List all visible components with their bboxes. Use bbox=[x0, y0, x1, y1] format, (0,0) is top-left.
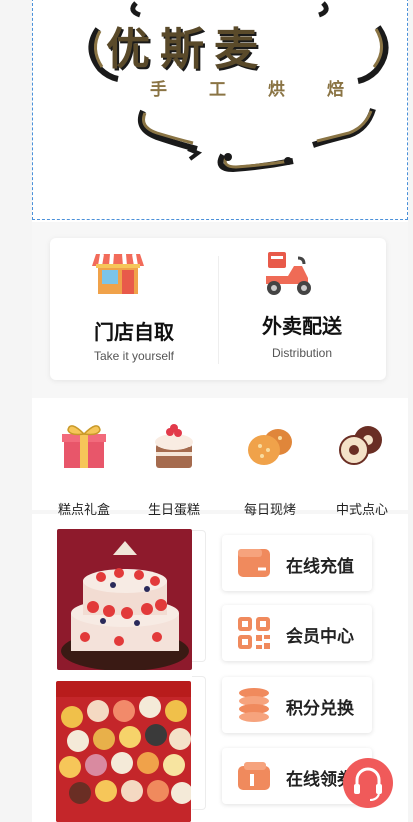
storefront-icon bbox=[92, 253, 144, 294]
order-type-card: 门店自取 Take it yourself 外卖配送 Distribution bbox=[50, 238, 386, 380]
coin-stack-icon bbox=[239, 688, 269, 722]
mooncake-icon bbox=[339, 426, 382, 465]
category-label: 生日蛋糕 bbox=[147, 502, 200, 517]
category-label: 中式点心 bbox=[335, 502, 388, 517]
service-label: 会员中心 bbox=[286, 627, 354, 646]
delivery-subtitle: Distribution bbox=[271, 346, 333, 360]
category-label: 每日现烤 bbox=[243, 502, 296, 517]
category-label: 糕点礼盒 bbox=[57, 502, 110, 517]
brand-logo: 优斯麦 手工烘焙 bbox=[78, 0, 398, 199]
promo-pastry-image[interactable] bbox=[56, 681, 191, 822]
birthday-cake-icon bbox=[155, 424, 193, 468]
delivery-option[interactable]: 外卖配送 Distribution bbox=[218, 238, 386, 380]
gift-box-icon bbox=[62, 425, 106, 468]
customer-support-button[interactable] bbox=[343, 758, 393, 808]
category-section: 糕点礼盒 生日蛋糕 每日现烤 中式点心 bbox=[32, 398, 408, 517]
member-center-button[interactable]: 会员中心 bbox=[222, 605, 372, 661]
home-page: 优斯麦 手工烘焙 门店自取 Take it yourself 外卖配送 Dist… bbox=[32, 0, 408, 822]
delivery-scooter-icon bbox=[266, 252, 311, 295]
pastry-box-photo bbox=[56, 681, 191, 822]
points-exchange-button[interactable]: 积分兑换 bbox=[222, 677, 372, 733]
service-label: 在线充值 bbox=[286, 557, 354, 576]
promo-cake-image[interactable] bbox=[57, 529, 192, 670]
pickup-title: 门店自取 bbox=[94, 322, 174, 344]
brand-tagline: 手工烘焙 bbox=[150, 80, 386, 99]
category-birthday-cake[interactable]: 生日蛋糕 bbox=[134, 414, 214, 517]
category-chinese-pastry[interactable]: 中式点心 bbox=[322, 414, 402, 517]
order-type-section: 门店自取 Take it yourself 外卖配送 Distribution bbox=[32, 222, 408, 398]
brand-banner[interactable]: 优斯麦 手工烘焙 bbox=[32, 0, 408, 220]
delivery-title: 外卖配送 bbox=[262, 316, 342, 338]
brand-name: 优斯麦 bbox=[106, 24, 268, 75]
left-gutter bbox=[0, 0, 32, 822]
promo-card-edge bbox=[192, 676, 206, 810]
wallet-icon bbox=[238, 549, 270, 577]
pickup-option[interactable]: 门店自取 Take it yourself bbox=[50, 238, 218, 380]
strawberry-cake-photo bbox=[57, 529, 192, 670]
category-daily-bake[interactable]: 每日现烤 bbox=[230, 414, 310, 517]
qr-code-icon bbox=[238, 617, 270, 649]
headset-icon bbox=[354, 767, 382, 801]
pickup-subtitle: Take it yourself bbox=[93, 349, 175, 363]
promo-card-edge bbox=[192, 530, 206, 662]
category-gift-box[interactable]: 糕点礼盒 bbox=[44, 414, 124, 517]
coupon-wallet-icon bbox=[238, 762, 270, 790]
bread-icon bbox=[248, 429, 292, 465]
right-gutter bbox=[408, 0, 413, 822]
online-recharge-button[interactable]: 在线充值 bbox=[222, 535, 372, 591]
service-label: 积分兑换 bbox=[286, 699, 354, 718]
